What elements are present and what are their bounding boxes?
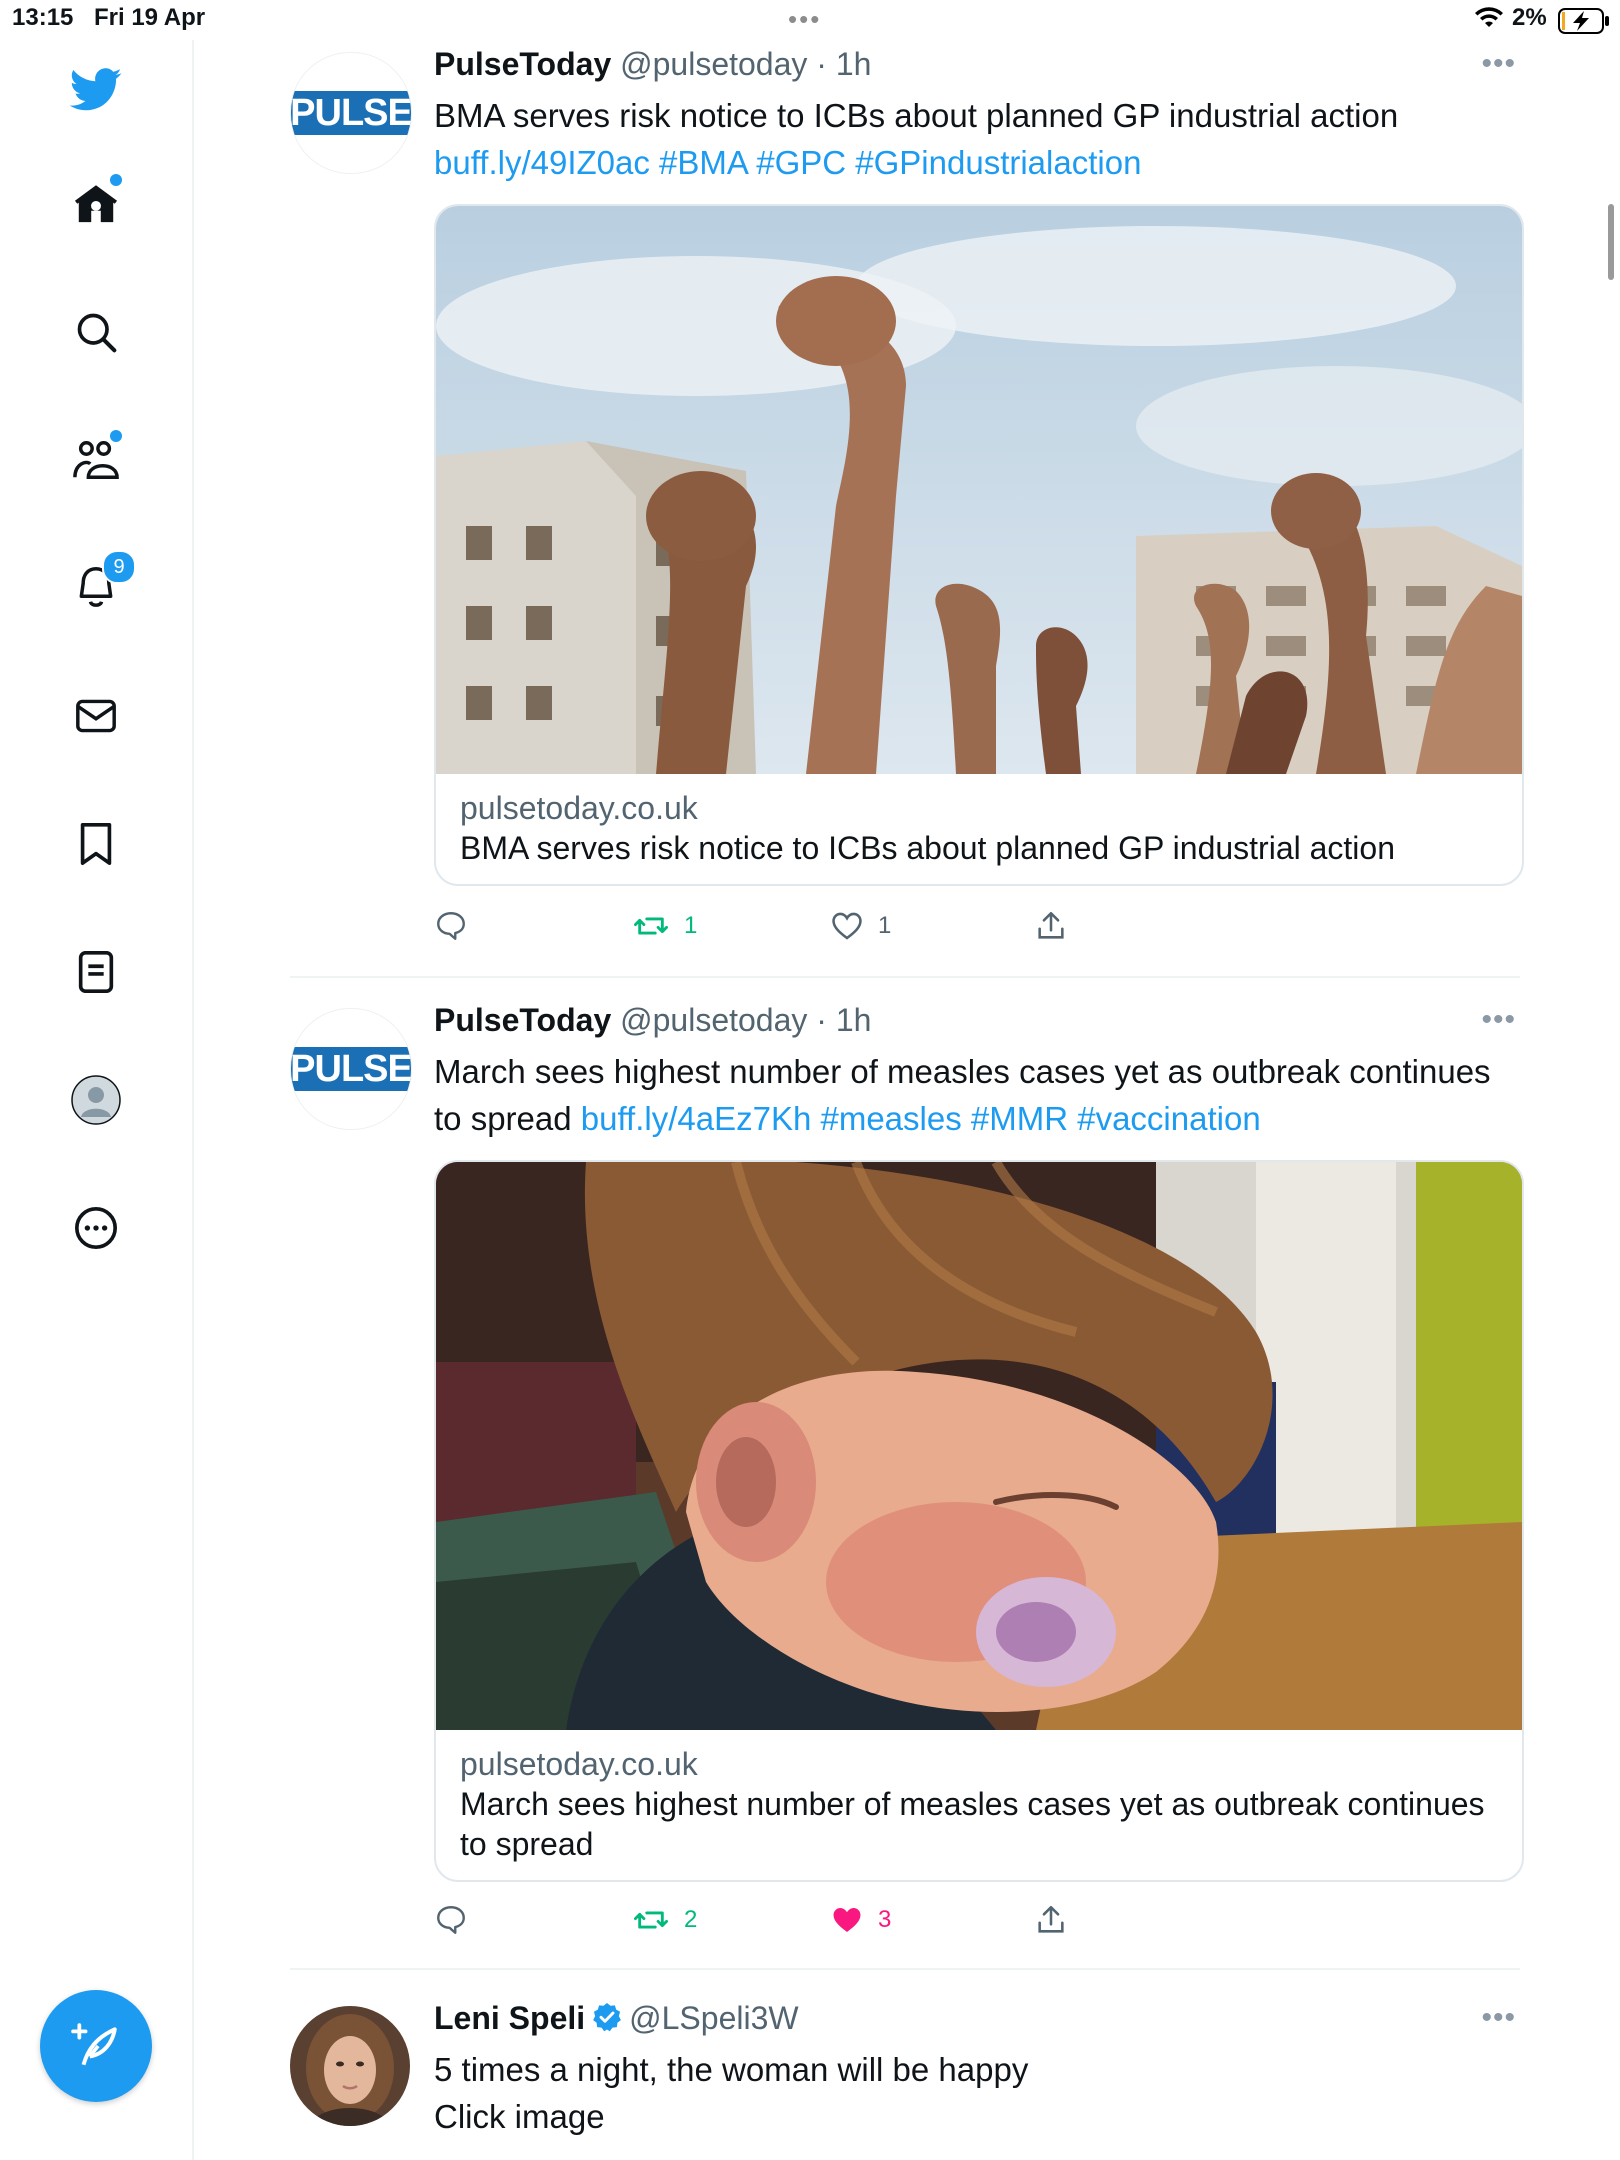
card-image-raised-fists bbox=[436, 206, 1522, 774]
compose-feather-icon bbox=[71, 2023, 117, 2066]
handle[interactable]: @LSpeli3W bbox=[629, 2000, 798, 2036]
sidebar-item-lists[interactable] bbox=[68, 944, 124, 1000]
like-count: 3 bbox=[878, 1906, 892, 1933]
tweet-text: 5 times a night, the woman will be happy… bbox=[434, 2046, 1504, 2140]
card-domain: pulsetoday.co.uk bbox=[460, 1746, 698, 1782]
retweet-button[interactable]: 1 bbox=[632, 904, 697, 948]
share-icon bbox=[1038, 911, 1064, 939]
tweet-text: BMA serves risk notice to ICBs about pla… bbox=[434, 92, 1504, 186]
pulse-avatar[interactable]: PULSE bbox=[290, 1008, 412, 1130]
display-name[interactable]: Leni Speli bbox=[434, 2000, 585, 2036]
link-card[interactable]: pulsetoday.co.uk BMA serves risk notice … bbox=[434, 204, 1524, 886]
like-count: 1 bbox=[878, 912, 892, 939]
heart-icon bbox=[832, 912, 862, 940]
avatar-photo bbox=[290, 2006, 410, 2126]
bookmark-icon bbox=[80, 823, 112, 865]
retweet-count: 1 bbox=[684, 912, 698, 939]
card-domain: pulsetoday.co.uk bbox=[460, 790, 698, 826]
tweet-header: Leni Speli @LSpeli3W bbox=[434, 2000, 799, 2041]
reply-icon bbox=[437, 1906, 465, 1934]
tweet[interactable]: PULSE PulseToday @pulsetoday · 1h ••• BM… bbox=[290, 40, 1524, 980]
communities-unread-dot bbox=[110, 430, 122, 442]
status-date: Fri 19 Apr bbox=[94, 4, 206, 31]
list-icon bbox=[78, 951, 114, 993]
multitasking-dots[interactable]: ••• bbox=[788, 4, 821, 35]
retweet-icon bbox=[634, 1911, 668, 1929]
retweet-button[interactable]: 2 bbox=[632, 1898, 697, 1942]
sidebar: 9 bbox=[0, 40, 194, 2160]
user-avatar[interactable] bbox=[290, 2006, 410, 2126]
tweet-divider bbox=[290, 1968, 1520, 1970]
search-icon bbox=[77, 313, 117, 353]
sidebar-item-explore[interactable] bbox=[68, 304, 124, 360]
wifi-icon bbox=[1474, 6, 1504, 35]
reply-icon bbox=[437, 912, 465, 940]
people-icon bbox=[73, 441, 119, 479]
sidebar-item-profile[interactable] bbox=[68, 1072, 124, 1128]
sidebar-item-messages[interactable] bbox=[68, 688, 124, 744]
tweet[interactable]: Leni Speli @LSpeli3W ••• 5 times a night,… bbox=[290, 1994, 1520, 2160]
sidebar-item-more[interactable] bbox=[68, 1200, 124, 1256]
card-image-child-measles bbox=[436, 1162, 1522, 1730]
tweet-actions: 1 1 bbox=[434, 904, 1520, 948]
sidebar-item-notifications[interactable]: 9 bbox=[68, 550, 136, 616]
verified-badge-icon bbox=[591, 2001, 623, 2041]
tweet-divider bbox=[290, 976, 1520, 978]
link-card[interactable]: pulsetoday.co.uk March sees highest numb… bbox=[434, 1160, 1524, 1882]
scroll-indicator[interactable] bbox=[1608, 204, 1614, 280]
handle[interactable]: @pulsetoday bbox=[620, 46, 807, 82]
pulse-logo: PULSE bbox=[291, 91, 411, 135]
reply-button[interactable] bbox=[434, 904, 468, 948]
tweet-text-plain: BMA serves risk notice to ICBs about pla… bbox=[434, 97, 1399, 134]
display-name[interactable]: PulseToday bbox=[434, 46, 611, 82]
like-button[interactable]: 3 bbox=[830, 1898, 891, 1942]
tweet-header: PulseToday @pulsetoday · 1h bbox=[434, 1002, 871, 1039]
home-unread-dot bbox=[110, 174, 122, 186]
notifications-badge: 9 bbox=[102, 550, 136, 584]
share-icon bbox=[1038, 1905, 1064, 1933]
separator: · bbox=[807, 1002, 836, 1038]
separator: · bbox=[807, 46, 836, 82]
like-button[interactable]: 1 bbox=[830, 904, 891, 948]
retweet-count: 2 bbox=[684, 1906, 698, 1933]
retweet-icon bbox=[634, 917, 668, 935]
timestamp[interactable]: 1h bbox=[836, 1002, 872, 1038]
tweet-header: PulseToday @pulsetoday · 1h bbox=[434, 46, 871, 83]
heart-filled-icon bbox=[833, 1907, 861, 1933]
status-time: 13:15 bbox=[12, 4, 74, 31]
more-options-icon[interactable]: ••• bbox=[1481, 1005, 1516, 1035]
reply-button[interactable] bbox=[434, 1898, 468, 1942]
twitter-logo-icon[interactable] bbox=[68, 62, 124, 118]
display-name[interactable]: PulseToday bbox=[434, 1002, 611, 1038]
card-title: March sees highest number of measles cas… bbox=[460, 1786, 1485, 1862]
mail-icon bbox=[76, 699, 116, 733]
avatar-icon bbox=[71, 1075, 121, 1125]
more-options-icon[interactable]: ••• bbox=[1481, 49, 1516, 79]
share-button[interactable] bbox=[1034, 904, 1068, 948]
pulse-logo: PULSE bbox=[291, 1047, 411, 1091]
sidebar-item-bookmarks[interactable] bbox=[68, 816, 124, 872]
tweet-text: March sees highest number of measles cas… bbox=[434, 1048, 1504, 1142]
card-title: BMA serves risk notice to ICBs about pla… bbox=[460, 830, 1395, 866]
tweet-actions: 2 3 bbox=[434, 1898, 1520, 1942]
timestamp[interactable]: 1h bbox=[836, 46, 872, 82]
battery-charging-icon bbox=[1558, 8, 1610, 39]
status-bar: 13:15 Fri 19 Apr ••• 2% bbox=[0, 0, 1620, 40]
handle[interactable]: @pulsetoday bbox=[620, 1002, 807, 1038]
compose-tweet-button[interactable] bbox=[40, 1990, 152, 2102]
home-icon bbox=[74, 185, 118, 223]
sidebar-item-home[interactable] bbox=[68, 174, 124, 232]
battery-percent: 2% bbox=[1512, 4, 1547, 31]
tweet-text-line2: Click image bbox=[434, 2098, 605, 2135]
more-options-icon[interactable]: ••• bbox=[1481, 2003, 1516, 2033]
tweet-text-links[interactable]: buff.ly/4aEz7Kh #measles #MMR #vaccinati… bbox=[581, 1100, 1261, 1137]
tweet-text-links[interactable]: buff.ly/49IZ0ac #BMA #GPC #GPindustriala… bbox=[434, 144, 1141, 181]
tweet[interactable]: PULSE PulseToday @pulsetoday · 1h ••• Ma… bbox=[290, 996, 1524, 1996]
sidebar-item-communities[interactable] bbox=[68, 430, 124, 488]
share-button[interactable] bbox=[1034, 1898, 1068, 1942]
pulse-avatar[interactable]: PULSE bbox=[290, 52, 412, 174]
more-circle-icon bbox=[75, 1207, 117, 1249]
tweet-text-line1: 5 times a night, the woman will be happy bbox=[434, 2051, 1029, 2088]
